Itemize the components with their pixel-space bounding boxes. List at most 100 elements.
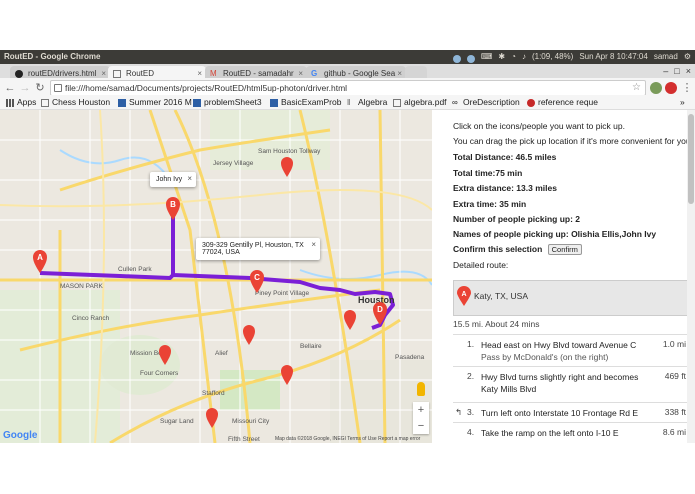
document-icon: [41, 99, 49, 107]
close-icon[interactable]: ×: [311, 240, 316, 249]
step-distance: 1.0 mi: [662, 339, 686, 349]
minimize-icon[interactable]: –: [663, 66, 668, 76]
confirm-button[interactable]: Confirm: [547, 244, 582, 255]
num-people: Number of people picking up: 2: [453, 214, 581, 224]
url-input[interactable]: file:///home/samad/Documents/projects/Ro…: [50, 80, 646, 96]
maximize-icon[interactable]: □: [674, 66, 679, 76]
rider-marker[interactable]: [281, 365, 293, 385]
infowindow-text: John Ivy: [156, 176, 183, 183]
start-address: Katy, TX, USA: [474, 291, 529, 301]
total-distance: Total Distance: 46.5 miles: [453, 152, 557, 162]
rider-marker[interactable]: [344, 310, 356, 330]
step-number: 4.: [467, 427, 475, 437]
bookmark-oredescription[interactable]: ∞ OreDescription: [452, 95, 520, 110]
battery-status: (1:09, 48%): [531, 52, 574, 61]
bookmark-chess[interactable]: Chess Houston: [41, 95, 110, 110]
os-top-bar: RoutED - Google Chrome ⌨ ✱ ◔ ♪ (1:09, 48…: [0, 50, 695, 64]
google-logo: Google: [3, 430, 38, 441]
google-icon: G: [311, 69, 318, 78]
rider-marker[interactable]: [243, 325, 255, 345]
apps-icon: [6, 99, 14, 107]
reload-icon[interactable]: ↻: [33, 81, 47, 95]
bookmarks-overflow[interactable]: »: [680, 95, 685, 110]
menu-icon[interactable]: ⋮: [680, 81, 694, 95]
back-icon[interactable]: ←: [3, 81, 17, 95]
infowindow-c: 309-329 Gentilly Pl, Houston, TX 77024, …: [196, 238, 320, 260]
page-icon: [113, 70, 121, 78]
bookmark-label: Summer 2016 M: [129, 97, 192, 107]
page-icon: [54, 84, 62, 92]
step-text: Take the ramp on the left onto I-10 E: [481, 427, 651, 439]
bookmark-algebra-pdf[interactable]: algebra.pdf: [393, 95, 447, 110]
bookmark-label: reference reque: [538, 97, 599, 107]
map-attribution[interactable]: Map data ©2018 Google, INEGI Terms of Us…: [275, 436, 420, 442]
github-icon: [15, 70, 23, 78]
zoom-out-button[interactable]: −: [413, 418, 429, 434]
site-icon: [270, 99, 278, 107]
star-icon[interactable]: ☆: [632, 81, 641, 95]
blank-area: [0, 443, 695, 494]
step-instruction: Turn left onto Interstate 10 Frontage Rd…: [481, 408, 639, 418]
marker-a-label: A: [37, 253, 43, 262]
start-location[interactable]: A Katy, TX, USA: [453, 280, 688, 316]
pdf-icon: [393, 99, 401, 107]
route-summary: 15.5 mi. About 24 mins: [453, 319, 540, 329]
pegman-icon[interactable]: [417, 382, 425, 396]
rider-marker[interactable]: [206, 408, 218, 428]
step-text: Hwy Blvd turns slightly right and become…: [481, 371, 651, 395]
bookmark-label: Chess Houston: [52, 97, 111, 107]
step-distance: 338 ft: [664, 407, 686, 417]
step-instruction: Take the ramp on the left onto I-10 E: [481, 428, 619, 438]
gear-icon[interactable]: ⚙: [684, 50, 691, 64]
infowindow-b: John Ivy ×: [150, 172, 197, 187]
close-icon[interactable]: ×: [187, 174, 192, 183]
bookmark-reference[interactable]: reference reque: [527, 95, 598, 110]
url-text: file:///home/samad/Documents/projects/Ro…: [65, 83, 348, 93]
bookmark-problemsheet[interactable]: problemSheet3: [193, 95, 262, 110]
direction-step[interactable]: ↰ 3. Turn left onto Interstate 10 Fronta…: [453, 402, 688, 422]
clock[interactable]: Sun Apr 8 10:47:04: [579, 50, 648, 64]
step-distance: 469 ft: [664, 371, 686, 381]
bookmark-apps[interactable]: Apps: [6, 95, 36, 110]
rider-marker[interactable]: [281, 157, 293, 177]
volume-icon: ♪: [521, 52, 526, 61]
directions-panel: Click on the icons/people you want to pi…: [432, 110, 695, 443]
panel-scrollbar[interactable]: [687, 110, 695, 443]
reference-icon: [527, 99, 535, 107]
leaf-icon: ǁ: [347, 98, 351, 107]
step-text: Turn left onto Interstate 10 Frontage Rd…: [481, 407, 651, 419]
close-window-icon[interactable]: ×: [686, 66, 691, 76]
bookmarks-bar: Apps Chess Houston Summer 2016 M problem…: [0, 95, 695, 110]
zoom-in-button[interactable]: +: [413, 402, 429, 418]
wifi-icon: ◔: [511, 52, 516, 61]
direction-step[interactable]: 4. Take the ramp on the left onto I-10 E…: [453, 422, 688, 443]
scroll-thumb[interactable]: [688, 114, 694, 204]
bookmark-label: OreDescription: [463, 97, 520, 107]
instruction-text: Click on the icons/people you want to pi…: [453, 121, 625, 131]
bookmark-label: Apps: [17, 97, 37, 107]
turn-left-icon: ↰: [455, 407, 463, 417]
direction-step[interactable]: 1. Head east on Hwy Blvd toward Avenue C…: [453, 334, 688, 366]
rider-marker[interactable]: [159, 345, 171, 365]
confirm-row: Confirm this selection Confirm: [453, 244, 582, 255]
direction-step[interactable]: 2. Hwy Blvd turns slightly right and bec…: [453, 366, 688, 402]
forward-icon[interactable]: →: [18, 81, 32, 95]
network-icon: [452, 54, 461, 63]
step-distance: 8.6 mi: [662, 427, 686, 437]
gmail-icon: M: [210, 69, 217, 78]
adblock-icon[interactable]: [665, 82, 677, 94]
user-name[interactable]: samad: [654, 50, 678, 64]
bluetooth-icon: ✱: [498, 52, 506, 61]
extension-icon[interactable]: [650, 82, 662, 94]
bookmark-algebra[interactable]: ǁ Algebra: [347, 95, 387, 110]
bookmark-basicexam[interactable]: BasicExamProb: [270, 95, 341, 110]
link-icon: ∞: [452, 98, 458, 107]
route-map[interactable]: Cullen Park MASON PARK Cinco Ranch Missi…: [0, 110, 432, 443]
bookmark-label: BasicExamProb: [281, 97, 342, 107]
bookmark-label: algebra.pdf: [404, 97, 447, 107]
bookmark-summer[interactable]: Summer 2016 M: [118, 95, 192, 110]
window-controls: – □ ×: [663, 66, 691, 76]
names-people: Names of people picking up: Olishia Elli…: [453, 229, 657, 239]
keyboard-icon: ⌨: [480, 52, 493, 61]
step-instruction: Hwy Blvd turns slightly right and become…: [481, 372, 639, 394]
